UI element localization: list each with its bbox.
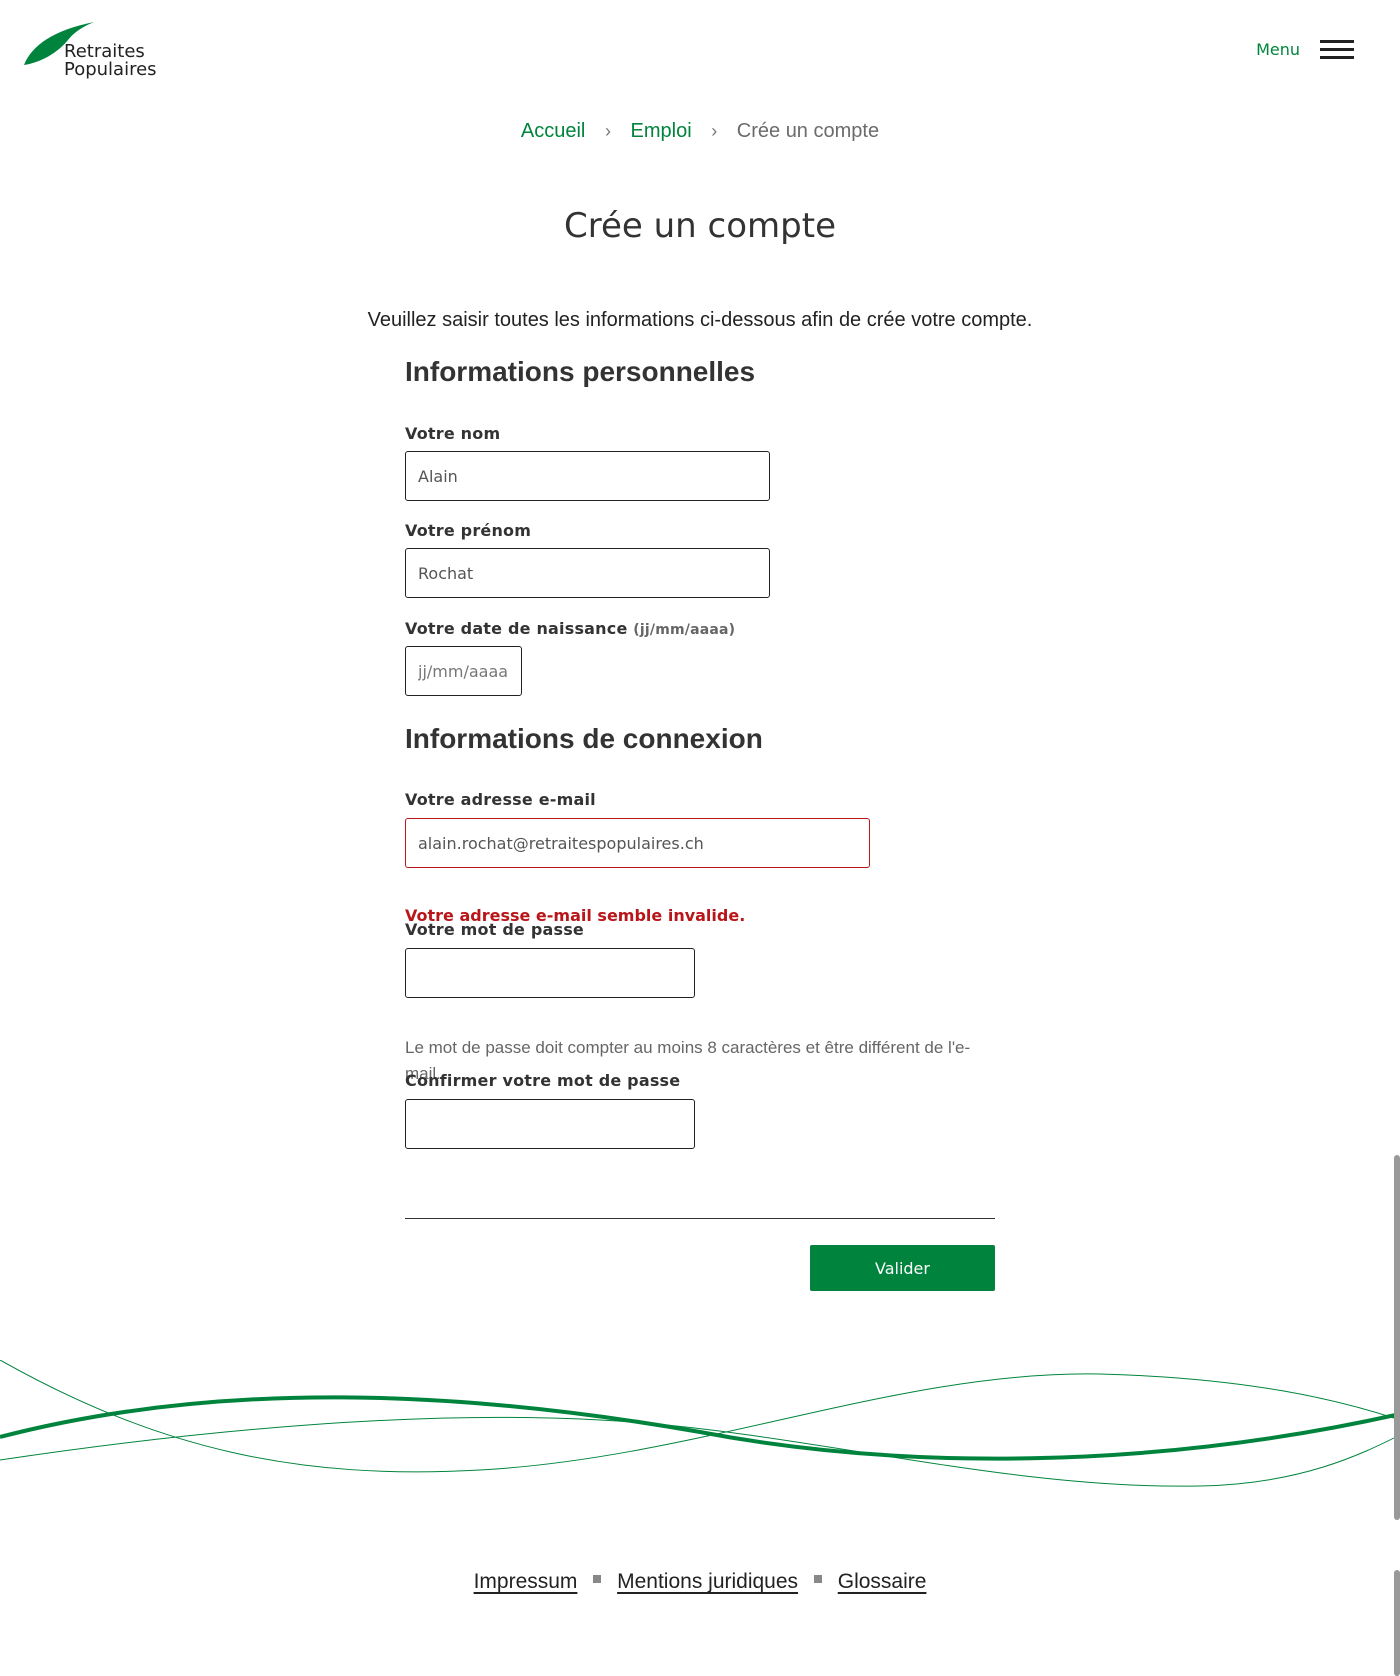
section-title-login: Informations de connexion xyxy=(405,723,763,754)
breadcrumb: Accueil › Emploi › Crée un compte xyxy=(0,120,1400,143)
decorative-waves xyxy=(0,1360,1400,1487)
footer-link-glossaire[interactable]: Glossaire xyxy=(838,1570,927,1593)
page-title: Crée un compte xyxy=(564,206,836,246)
breadcrumb-link-emploi[interactable]: Emploi xyxy=(631,120,692,142)
section-title-personal: Informations personnelles xyxy=(405,356,756,387)
footer-link-impressum[interactable]: Impressum xyxy=(474,1570,578,1593)
firstname-label: Votre prénom xyxy=(405,521,532,540)
birthdate-format-hint: (jj/mm/aaaa) xyxy=(633,622,736,638)
footer-link-mentions[interactable]: Mentions juridiques xyxy=(617,1570,798,1593)
birthdate-label: Votre date de naissance (jj/mm/aaaa) xyxy=(405,619,735,638)
validate-button[interactable]: Valider xyxy=(810,1245,995,1291)
name-label: Votre nom xyxy=(405,424,501,443)
password-label: Votre mot de passe xyxy=(405,920,584,939)
scrollbar-thumb[interactable] xyxy=(1394,1155,1400,1520)
scrollbar-thumb-lower[interactable] xyxy=(1394,1570,1400,1676)
footer-links: Impressum Mentions juridiques Glossaire xyxy=(0,1570,1400,1594)
menu-label: Menu xyxy=(1256,39,1300,59)
logo-wordmark: Retraites Populaires xyxy=(64,43,157,79)
breadcrumb-separator: › xyxy=(711,121,718,141)
footer-separator xyxy=(593,1575,602,1584)
birthdate-label-text: Votre date de naissance xyxy=(405,619,628,638)
firstname-input[interactable] xyxy=(405,548,770,598)
confirm-password-label: Confirmer votre mot de passe xyxy=(405,1071,681,1090)
intro-text: Veuillez saisir toutes les informations … xyxy=(367,309,1033,331)
birthdate-input[interactable] xyxy=(405,646,522,696)
footer-separator xyxy=(813,1575,822,1584)
form-divider xyxy=(405,1218,995,1219)
logo-line-2: Populaires xyxy=(64,59,157,80)
hamburger-icon xyxy=(1320,38,1354,60)
menu-button[interactable]: Menu xyxy=(1256,38,1354,60)
email-label: Votre adresse e-mail xyxy=(405,790,596,809)
breadcrumb-separator: › xyxy=(604,121,611,141)
password-input[interactable] xyxy=(405,948,695,998)
email-input[interactable] xyxy=(405,818,870,868)
breadcrumb-current: Crée un compte xyxy=(736,120,880,142)
name-input[interactable] xyxy=(405,451,770,501)
breadcrumb-link-accueil[interactable]: Accueil xyxy=(521,120,585,142)
confirm-password-input[interactable] xyxy=(405,1099,695,1149)
logo-link[interactable]: Retraites Populaires xyxy=(24,20,184,82)
